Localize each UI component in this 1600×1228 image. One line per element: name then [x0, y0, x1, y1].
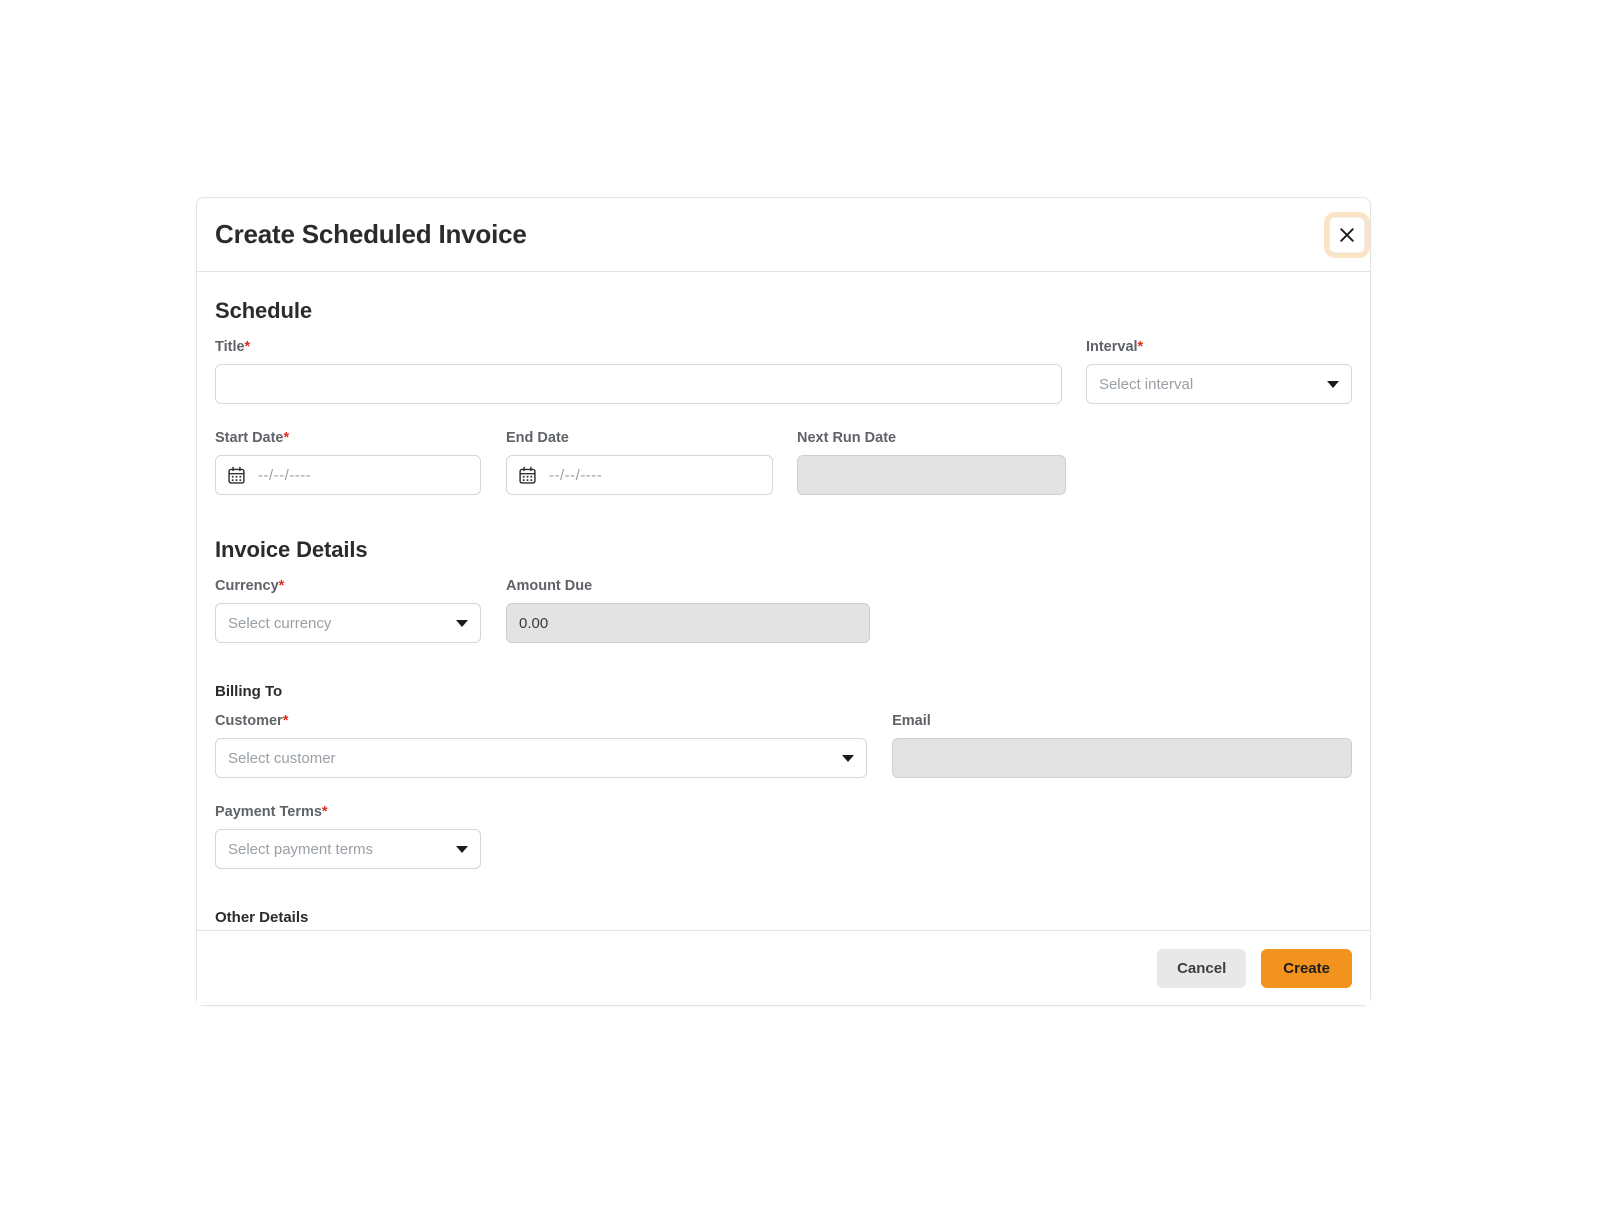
cancel-button[interactable]: Cancel [1157, 948, 1247, 988]
field-amount-due: Amount Due [506, 578, 870, 643]
calendar-icon [518, 466, 537, 485]
subsection-heading-other-details: Other Details [215, 909, 309, 926]
label-end-date: End Date [506, 430, 773, 446]
required-marker: * [278, 578, 285, 594]
field-title: Title* [215, 339, 1062, 404]
row-customer-email: Customer* Select customer Email [215, 713, 1352, 778]
dialog-header: Create Scheduled Invoice [197, 198, 1370, 272]
label-title: Title* [215, 339, 1062, 355]
label-next-run-date-text: Next Run Date [797, 430, 897, 446]
label-start-date: Start Date* [215, 430, 481, 446]
dialog-footer: Cancel Create [197, 930, 1370, 1005]
subsection-heading-billing-to: Billing To [215, 683, 283, 700]
interval-select-value: Select interval [1098, 375, 1194, 393]
start-date-input[interactable]: --/--/---- [215, 455, 481, 495]
field-customer: Customer* Select customer [215, 713, 868, 778]
field-payment-terms: Payment Terms* Select payment terms [215, 804, 481, 869]
calendar-icon [227, 466, 246, 485]
currency-select-value: Select currency [228, 614, 332, 632]
interval-select[interactable]: Select interval [1085, 364, 1352, 404]
create-button[interactable]: Create [1261, 948, 1352, 988]
section-heading-invoice-details: Invoice Details [215, 537, 368, 562]
label-title-text: Title [215, 339, 245, 355]
row-payment-terms: Payment Terms* Select payment terms [215, 804, 1352, 869]
dialog-body-scroll-area[interactable]: Schedule Title* Interval* Select interva… [197, 272, 1370, 930]
end-date-placeholder: --/--/---- [549, 466, 603, 484]
page-root: Create Scheduled Invoice Schedule Title* [0, 0, 1600, 1228]
field-currency: Currency* Select currency [215, 578, 481, 643]
label-start-date-text: Start Date [215, 430, 284, 446]
required-marker: * [244, 339, 251, 355]
required-marker: * [282, 713, 289, 729]
required-marker: * [1137, 339, 1144, 355]
label-customer-text: Customer [215, 713, 283, 729]
field-start-date: Start Date* --/--/---- [215, 430, 481, 495]
close-button[interactable] [1329, 216, 1365, 253]
currency-select[interactable]: Select currency [215, 603, 481, 643]
payment-terms-select-value: Select payment terms [228, 840, 374, 858]
row-currency-amount: Currency* Select currency Amount Due [215, 578, 1352, 643]
payment-terms-select[interactable]: Select payment terms [215, 829, 481, 869]
section-heading-schedule: Schedule [215, 298, 313, 323]
label-amount-due: Amount Due [506, 578, 870, 594]
title-input[interactable] [215, 364, 1062, 404]
next-run-date-input [797, 455, 1066, 495]
label-payment-terms: Payment Terms* [215, 804, 481, 820]
label-interval-text: Interval [1085, 339, 1138, 355]
required-marker: * [283, 430, 290, 446]
dialog-title: Create Scheduled Invoice [215, 219, 527, 249]
field-email: Email [892, 713, 1352, 778]
label-payment-terms-text: Payment Terms [215, 804, 322, 820]
label-amount-due-text: Amount Due [506, 578, 593, 594]
label-end-date-text: End Date [506, 430, 569, 446]
row-title-interval: Title* Interval* Select interval [215, 339, 1352, 404]
chevron-down-icon [456, 619, 468, 627]
label-email-text: Email [892, 713, 931, 729]
field-interval: Interval* Select interval [1085, 339, 1352, 404]
label-customer: Customer* [215, 713, 867, 729]
label-currency-text: Currency [215, 578, 279, 594]
label-interval: Interval* [1086, 339, 1352, 355]
email-input [892, 738, 1352, 778]
field-end-date: End Date --/--/---- [506, 430, 773, 495]
start-date-placeholder: --/--/---- [258, 466, 312, 484]
customer-select[interactable]: Select customer [215, 738, 868, 778]
close-icon [1338, 226, 1356, 244]
amount-due-input [506, 603, 870, 643]
row-dates: Start Date* --/--/---- End Date --/--/--… [215, 430, 1352, 495]
label-email: Email [892, 713, 1352, 729]
end-date-input[interactable]: --/--/---- [506, 455, 773, 495]
chevron-down-icon [1327, 380, 1339, 388]
chevron-down-icon [456, 845, 468, 853]
label-currency: Currency* [215, 578, 481, 594]
label-next-run-date: Next Run Date [797, 430, 1066, 446]
create-scheduled-invoice-dialog: Create Scheduled Invoice Schedule Title* [196, 197, 1371, 1006]
chevron-down-icon [842, 754, 855, 762]
field-next-run-date: Next Run Date [797, 430, 1066, 495]
customer-select-value: Select customer [228, 749, 336, 767]
required-marker: * [321, 804, 328, 820]
